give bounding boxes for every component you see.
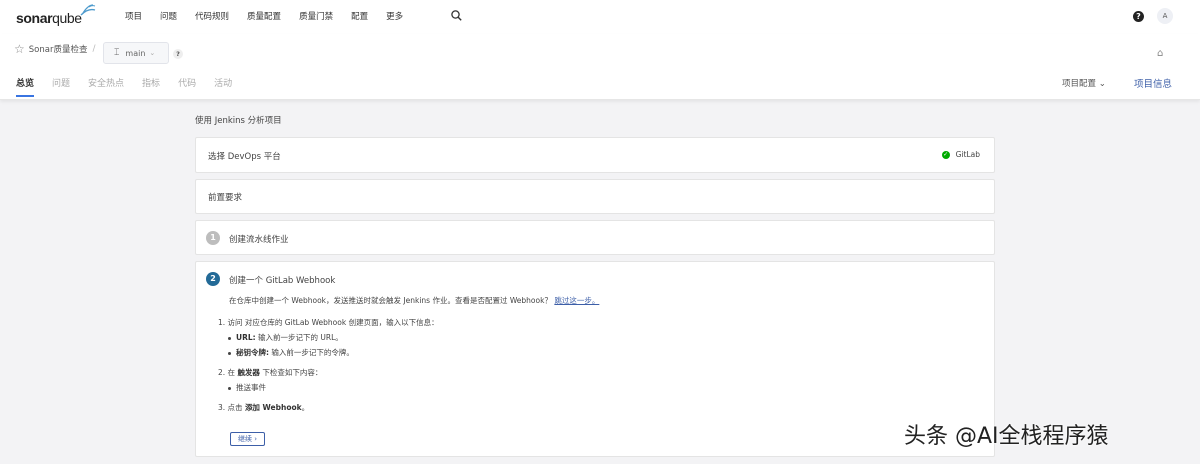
chevron-down-icon: ⌄	[1098, 79, 1106, 89]
tab-security-hotspots[interactable]: 安全热点	[88, 76, 124, 97]
project-settings-dropdown[interactable]: 项目配置 ⌄	[1062, 77, 1106, 89]
prerequisites-label: 前置要求	[208, 193, 243, 203]
top-navbar: sonarqube 项目 问题 代码规则 质量配置 质量门禁 配置 更多 ? A	[0, 0, 1200, 34]
skip-step-link[interactable]: 跳过这一步。	[554, 296, 599, 305]
project-name[interactable]: Sonar质量检查	[29, 43, 88, 55]
breadcrumb-separator: /	[92, 44, 96, 54]
tab-activity[interactable]: 活动	[214, 76, 232, 97]
nav-administration[interactable]: 配置	[351, 10, 368, 22]
page-title: 使用 Jenkins 分析项目	[195, 116, 282, 126]
nav-quality-gates[interactable]: 质量门禁	[299, 10, 333, 22]
step-2-card: 2 创建一个 GitLab Webhook 在仓库中创建一个 Webhook，发…	[195, 261, 995, 457]
check-icon: ✓	[941, 150, 950, 159]
logo-waves-icon	[80, 4, 96, 16]
favorite-star-icon[interactable]: ☆	[14, 43, 25, 55]
devops-platform-card[interactable]: 选择 DevOps 平台 ✓ GitLab	[195, 137, 995, 173]
branch-help-icon[interactable]: ?	[173, 49, 183, 59]
breadcrumb: ☆ Sonar质量检查 /	[14, 43, 101, 55]
nav-rules[interactable]: 代码规则	[195, 10, 229, 22]
branch-icon: ⌶	[114, 48, 120, 58]
instruction-1-secret: 秘钥令牌: 输入前一步记下的令牌。	[228, 347, 354, 358]
nav-quality-profiles[interactable]: 质量配置	[247, 10, 281, 22]
help-icon[interactable]: ?	[1133, 11, 1144, 22]
instruction-1: 1. 访问 对应仓库的 GitLab Webhook 创建页面，输入以下信息：	[218, 318, 439, 327]
main-nav: 项目 问题 代码规则 质量配置 质量门禁 配置 更多	[125, 10, 421, 22]
devops-platform-label: 选择 DevOps 平台	[208, 152, 281, 162]
project-information-link[interactable]: 项目信息	[1134, 76, 1172, 90]
nav-issues[interactable]: 问题	[160, 10, 177, 22]
selected-platform: ✓ GitLab	[941, 150, 980, 159]
sonarqube-logo[interactable]: sonarqube	[16, 4, 96, 26]
prerequisites-card[interactable]: 前置要求	[195, 179, 995, 214]
branch-name: main	[125, 48, 146, 58]
step-1-card[interactable]: 1 创建流水线作业	[195, 220, 995, 255]
continue-button[interactable]: 继续 ›	[230, 432, 265, 446]
chevron-down-icon: ⌄	[149, 49, 156, 57]
search-icon[interactable]	[451, 10, 462, 24]
instruction-2: 2. 在 触发器 下检查如下内容：	[218, 368, 323, 377]
instruction-3: 3. 点击 添加 Webhook。	[218, 403, 310, 412]
step-1-label: 创建流水线作业	[229, 235, 289, 245]
home-icon[interactable]: ⌂	[1157, 48, 1163, 59]
tab-issues[interactable]: 问题	[52, 76, 70, 97]
instruction-1-url: URL: 输入前一步记下的 URL。	[228, 332, 343, 343]
instruction-2-push-events: 推送事件	[228, 382, 266, 393]
tab-code[interactable]: 代码	[178, 76, 196, 97]
step-2-intro: 在仓库中创建一个 Webhook，发送推送时就会触发 Jenkins 作业。查看…	[229, 296, 600, 305]
step-1-number: 1	[206, 231, 220, 245]
tab-overview[interactable]: 总览	[16, 76, 35, 97]
project-tabs: 总览 问题 安全热点 指标 代码 活动	[16, 76, 250, 97]
tab-measures[interactable]: 指标	[142, 76, 160, 97]
branch-selector[interactable]: ⌶ main ⌄	[103, 42, 169, 64]
step-2-content: 在仓库中创建一个 Webhook，发送推送时就会触发 Jenkins 作业。查看…	[229, 295, 969, 306]
watermark: 头条 @AI全栈程序猿	[904, 424, 1109, 449]
avatar[interactable]: A	[1157, 8, 1173, 24]
nav-more[interactable]: 更多	[386, 10, 403, 22]
step-2-number: 2	[206, 272, 220, 286]
step-2-label: 创建一个 GitLab Webhook	[229, 276, 336, 286]
nav-projects[interactable]: 项目	[125, 10, 142, 22]
